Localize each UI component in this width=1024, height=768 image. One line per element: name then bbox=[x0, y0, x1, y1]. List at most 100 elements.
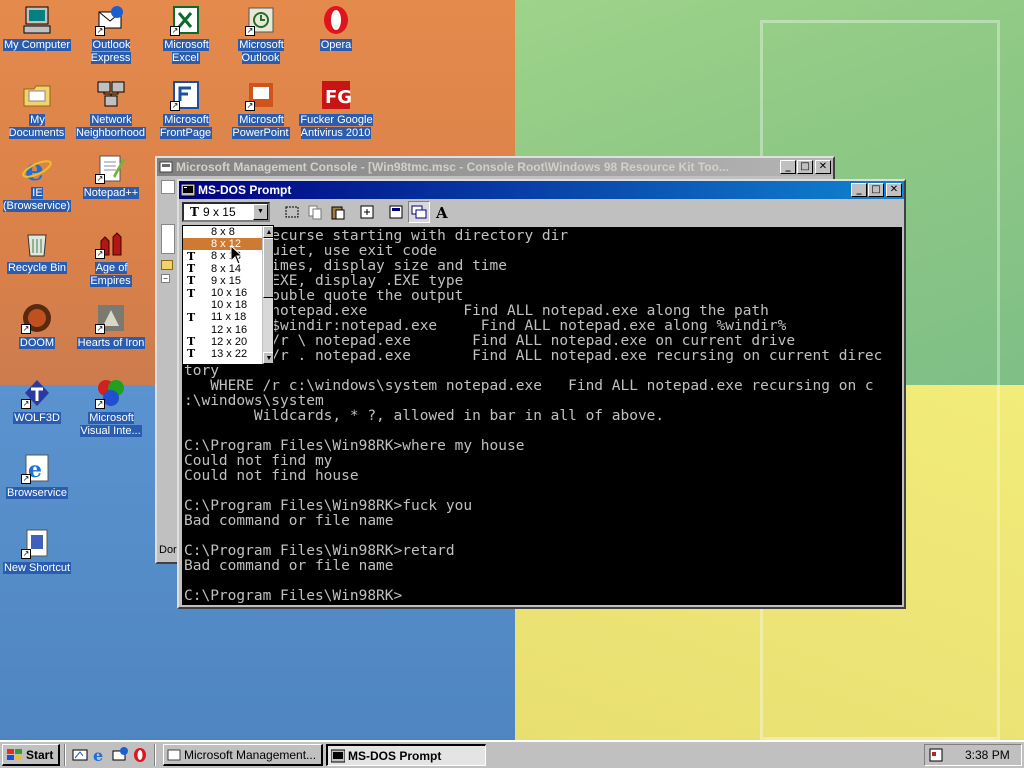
desktop-icon-outlook[interactable]: ↗ Microsoft Outlook bbox=[224, 4, 298, 65]
shortcut-arrow-icon: ↗ bbox=[21, 399, 31, 409]
start-button[interactable]: Start bbox=[2, 744, 60, 766]
ie-icon[interactable]: e bbox=[90, 745, 110, 765]
msdos-icon bbox=[331, 749, 345, 762]
age-of-empires-icon: ↗ bbox=[95, 227, 127, 259]
console-output[interactable]: ecurse starting with directory dir uiet,… bbox=[182, 227, 902, 605]
truetype-icon: T bbox=[187, 347, 196, 361]
font-size-option[interactable]: T8 x 13 bbox=[183, 250, 273, 263]
scroll-thumb[interactable] bbox=[263, 238, 273, 298]
desktop-icon-visual-interdev[interactable]: ↗ Microsoft Visual Inte... bbox=[74, 377, 148, 438]
font-size-option[interactable]: 12 x 16 bbox=[183, 324, 273, 336]
hearts-of-iron-icon: ↗ bbox=[95, 302, 127, 334]
scroll-up-icon[interactable]: ▲ bbox=[263, 226, 273, 238]
browservice-icon: e ↗ bbox=[21, 452, 53, 484]
opera-icon bbox=[320, 4, 352, 36]
paste-button[interactable] bbox=[327, 201, 349, 223]
shortcut-arrow-icon: ↗ bbox=[245, 101, 255, 111]
desktop-icon-ie[interactable]: e IE (Browservice) bbox=[0, 152, 74, 213]
desktop-icon-label: Opera bbox=[319, 39, 353, 51]
desktop-icon-antivirus[interactable]: FG Fucker Google Antivirus 2010 bbox=[299, 79, 373, 140]
desktop-icon-label: Network Neighborhood bbox=[75, 114, 147, 139]
desktop-icon-my-documents[interactable]: My Documents bbox=[0, 79, 74, 140]
dos-maximize-button[interactable]: □ bbox=[868, 183, 884, 197]
windows-logo-icon bbox=[7, 748, 22, 760]
copy-button[interactable] bbox=[304, 201, 326, 223]
console-line: imes, display size and time bbox=[184, 258, 508, 274]
dos-close-button[interactable]: ✕ bbox=[886, 183, 902, 197]
full-screen-button[interactable] bbox=[356, 201, 378, 223]
font-size-option[interactable]: T8 x 14 bbox=[183, 262, 273, 275]
desktop-icon-frontpage[interactable]: ↗ Microsoft FrontPage bbox=[149, 79, 223, 140]
font-size-option[interactable]: T 12 x 20 bbox=[183, 335, 273, 348]
desktop-icon-notepad-plus[interactable]: ↗ Notepad++ bbox=[74, 152, 148, 200]
font-size-select[interactable]: T 9 x 15 ▼ bbox=[182, 202, 270, 222]
scheduler-icon[interactable] bbox=[929, 747, 945, 763]
desktop[interactable]: My Computer ↗ Outlook Express ↗ Microsof… bbox=[0, 0, 1024, 740]
desktop-icon-my-computer[interactable]: My Computer bbox=[0, 4, 74, 52]
font-button[interactable]: A bbox=[431, 201, 453, 223]
console-line: Could not find house bbox=[184, 468, 359, 484]
dos-minimize-button[interactable]: _ bbox=[851, 183, 867, 197]
dos-titlebar[interactable]: MS-DOS Prompt _ □ ✕ bbox=[179, 181, 904, 199]
shortcut-arrow-icon: ↗ bbox=[95, 249, 105, 259]
font-size-option[interactable]: T 10 x 16 bbox=[183, 286, 273, 300]
shortcut-arrow-icon: ↗ bbox=[95, 26, 105, 36]
mmc-titlebar[interactable]: Microsoft Management Console - [Win98tmc… bbox=[157, 158, 833, 176]
dropdown-scrollbar[interactable]: ▲ ▼ bbox=[262, 226, 273, 364]
background-button[interactable] bbox=[408, 201, 430, 223]
mmc-toolbar-icon[interactable] bbox=[161, 180, 175, 194]
console-line: EXE, display .EXE type bbox=[184, 273, 464, 289]
desktop-icon-doom[interactable]: ↗ DOOM bbox=[0, 302, 74, 350]
mmc-maximize-button[interactable]: □ bbox=[797, 160, 813, 174]
truetype-icon: T bbox=[187, 286, 196, 300]
font-size-dropdown-list[interactable]: 8 x 88 x 12 T 8 x 13 T 8 x 14 T 9 x 15 T 10 x 16… bbox=[182, 225, 274, 365]
mmc-close-button[interactable]: ✕ bbox=[815, 160, 831, 174]
font-size-option[interactable]: 8 x 8 bbox=[183, 226, 273, 238]
task-button-msdos[interactable]: MS-DOS Prompt bbox=[326, 744, 486, 766]
desktop-icon-age-of-empires[interactable]: ↗ Age of Empires bbox=[74, 227, 148, 288]
expand-icon[interactable]: − bbox=[161, 274, 170, 283]
outlook-express-icon[interactable] bbox=[110, 745, 130, 765]
font-size-option-label: 9 x 15 bbox=[211, 274, 241, 287]
properties-button[interactable] bbox=[385, 201, 407, 223]
taskbar-separator bbox=[64, 744, 66, 766]
mmc-minimize-button[interactable]: _ bbox=[780, 160, 796, 174]
desktop-icon-network-neighborhood[interactable]: Network Neighborhood bbox=[74, 79, 148, 140]
dos-toolbar: T 9 x 15 ▼ A bbox=[179, 199, 904, 225]
desktop-icon-new-shortcut[interactable]: ↗ New Shortcut bbox=[0, 527, 74, 575]
desktop-icon-label: Browservice bbox=[6, 487, 68, 499]
font-size-option[interactable]: 8 x 12 bbox=[183, 238, 273, 251]
desktop-icon-wolf3d[interactable]: ↗ WOLF3D bbox=[0, 377, 74, 425]
desktop-icon-outlook-express[interactable]: ↗ Outlook Express bbox=[74, 4, 148, 65]
task-button-mmc[interactable]: Microsoft Management... bbox=[163, 744, 323, 766]
mouse-cursor-icon bbox=[230, 245, 244, 265]
chevron-down-icon[interactable]: ▼ bbox=[253, 204, 268, 220]
dos-window[interactable]: MS-DOS Prompt _ □ ✕ T 9 x 15 ▼ A ecurse … bbox=[177, 179, 906, 609]
desktop-icon-opera[interactable]: Opera bbox=[299, 4, 373, 52]
console-line: C:\Program Files\Win98RK> bbox=[184, 588, 403, 604]
desktop-icon-recycle-bin[interactable]: Recycle Bin bbox=[0, 227, 74, 275]
console-line: C:\Program Files\Win98RK>retard bbox=[184, 543, 455, 559]
font-size-option-label: 12 x 20 bbox=[211, 335, 248, 348]
font-size-option[interactable]: T 9 x 15 bbox=[183, 274, 273, 287]
console-line: C:\Program Files\Win98RK>fuck you bbox=[184, 498, 473, 514]
desktop-icon-hearts-of-iron[interactable]: ↗ Hearts of Iron bbox=[74, 302, 148, 350]
console-line: Bad command or file name bbox=[184, 513, 394, 529]
desktop-icon-excel[interactable]: ↗ Microsoft Excel bbox=[149, 4, 223, 65]
shortcut-icon: ↗ bbox=[21, 527, 53, 559]
desktop-icon-label: Notepad++ bbox=[82, 187, 140, 199]
folder-icon bbox=[161, 260, 173, 270]
clock[interactable]: 3:38 PM bbox=[965, 748, 1010, 762]
mark-button[interactable] bbox=[281, 201, 303, 223]
scroll-down-icon[interactable]: ▼ bbox=[263, 352, 273, 364]
font-size-option[interactable]: 10 x 18 bbox=[183, 299, 273, 311]
font-size-option[interactable]: T 11 x 18 bbox=[183, 311, 273, 324]
mmc-tree-pane[interactable] bbox=[161, 224, 175, 254]
desktop-icon-browservice[interactable]: e ↗ Browservice bbox=[0, 452, 74, 500]
font-size-option[interactable]: T 13 x 22 bbox=[183, 347, 273, 361]
opera-icon[interactable] bbox=[130, 745, 150, 765]
desktop-icon-powerpoint[interactable]: ↗ Microsoft PowerPoint bbox=[224, 79, 298, 140]
show-desktop-icon[interactable] bbox=[70, 745, 90, 765]
